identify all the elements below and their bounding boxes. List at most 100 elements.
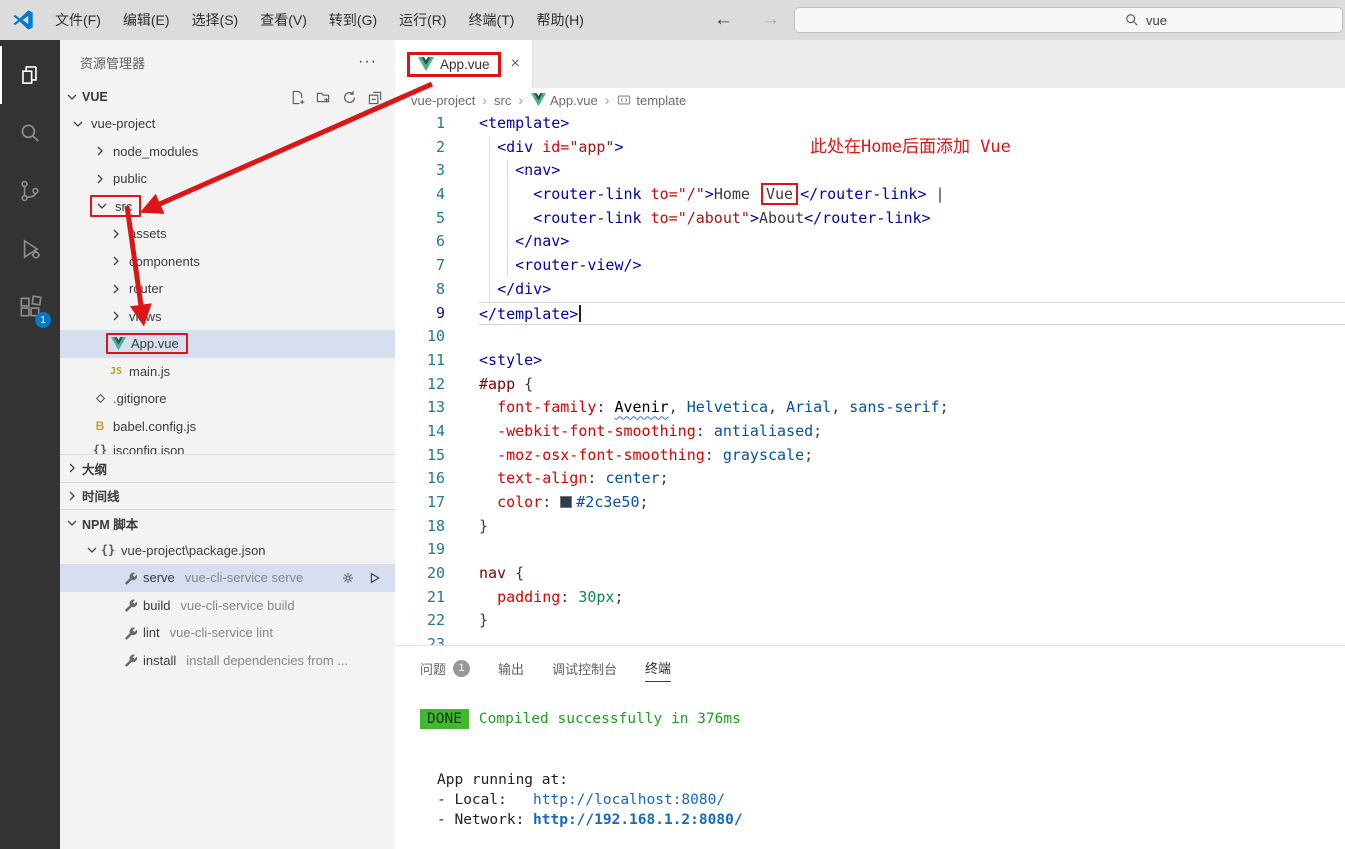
new-folder-icon[interactable] xyxy=(316,90,331,105)
menu-item[interactable]: 运行(R) xyxy=(388,0,457,40)
forward-icon[interactable]: → xyxy=(747,9,794,31)
tree-item-label: node_modules xyxy=(113,144,198,159)
tree-item-main.js[interactable]: JSmain.js xyxy=(60,358,395,386)
tree-item-app.vue[interactable]: App.vue xyxy=(60,330,395,358)
tree-item-components[interactable]: components xyxy=(60,248,395,276)
run-debug-icon[interactable] xyxy=(0,220,60,278)
debug-icon[interactable] xyxy=(340,571,356,585)
sidebar-section-npm-scripts[interactable]: NPM 脚本 xyxy=(60,509,395,537)
tree-item-assets[interactable]: assets xyxy=(60,220,395,248)
menu-item[interactable]: 文件(F) xyxy=(44,0,112,40)
close-icon[interactable]: × xyxy=(511,55,520,73)
code-line[interactable]: 12#app { xyxy=(395,373,1345,397)
collapse-all-icon[interactable] xyxy=(368,90,383,105)
extensions-icon[interactable]: 1 xyxy=(0,278,60,336)
tree-item-nodemodules[interactable]: node_modules xyxy=(60,138,395,166)
breadcrumb-item-src[interactable]: src xyxy=(494,93,511,108)
npm-script-install[interactable]: installinstall dependencies from ... xyxy=(60,647,395,675)
panel-tab-[interactable]: 输出 xyxy=(498,655,524,682)
code-line[interactable]: 3 <nav> xyxy=(395,159,1345,183)
code-line[interactable]: 4 <router-link to="/">Home Vue</router-l… xyxy=(395,183,1345,207)
script-name: serve xyxy=(143,570,175,585)
code-line[interactable]: 19 xyxy=(395,538,1345,562)
terminal-text: - Local: xyxy=(437,792,533,808)
code-line[interactable]: 9</template> xyxy=(395,302,1345,326)
new-file-icon[interactable] xyxy=(290,90,305,105)
menu-item[interactable]: 转到(G) xyxy=(318,0,388,40)
tree-item-src[interactable]: src xyxy=(60,193,395,221)
tree-item-babel.config.js[interactable]: Bbabel.config.js xyxy=(60,413,395,441)
code-line[interactable]: 17 color: #2c3e50; xyxy=(395,491,1345,515)
code-line[interactable]: 11<style> xyxy=(395,349,1345,373)
menu-item[interactable]: 查看(V) xyxy=(249,0,318,40)
explorer-icon[interactable] xyxy=(0,46,60,104)
code-line[interactable]: 7 <router-view/> xyxy=(395,254,1345,278)
panel-tab-[interactable]: 调试控制台 xyxy=(552,655,617,682)
tree-item-views[interactable]: views xyxy=(60,303,395,331)
line-number: 3 xyxy=(395,159,445,183)
source-control-icon[interactable] xyxy=(0,162,60,220)
terminal-output[interactable]: DONECompiled successfully in 376ms App r… xyxy=(395,709,1345,831)
refresh-icon[interactable] xyxy=(342,90,357,105)
npm-package-json-row[interactable]: {}vue-project\package.json xyxy=(60,537,395,565)
sidebar-section-1[interactable]: 时间线 xyxy=(60,482,395,510)
search-sidebar-icon[interactable] xyxy=(0,104,60,162)
workspace-section-header[interactable]: VUE xyxy=(60,84,395,110)
code-line[interactable]: 22} xyxy=(395,609,1345,633)
bottom-panel: 问题1 输出 调试控制台 终端 DONECompiled successfully i… xyxy=(395,645,1345,849)
code-line[interactable]: 5 <router-link to="/about">About</router… xyxy=(395,207,1345,231)
chevron-right-icon xyxy=(108,281,124,297)
code-line[interactable]: 14 -webkit-font-smoothing: antialiased; xyxy=(395,420,1345,444)
menu-item[interactable]: 终端(T) xyxy=(458,0,526,40)
code-line[interactable]: 23 xyxy=(395,633,1345,645)
more-actions-icon[interactable]: ··· xyxy=(358,53,377,71)
run-icon[interactable] xyxy=(366,571,382,585)
panel-tab-[interactable]: 问题1 xyxy=(420,655,470,682)
tree-item-vue-project[interactable]: vue-project xyxy=(60,110,395,138)
menu-item[interactable]: 帮助(H) xyxy=(525,0,594,40)
tree-item-label: App.vue xyxy=(131,336,179,351)
line-content: </template> xyxy=(479,302,1345,326)
sidebar-section-0[interactable]: 大纲 xyxy=(60,454,395,482)
code-line[interactable]: 6 </nav> xyxy=(395,230,1345,254)
problems-badge: 1 xyxy=(453,660,470,677)
section-label: 时间线 xyxy=(82,486,120,505)
back-icon[interactable]: ← xyxy=(700,9,747,31)
npm-script-serve[interactable]: serve vue-cli-service serve xyxy=(60,564,395,592)
braces-icon: {} xyxy=(100,543,116,557)
tree-item-router[interactable]: router xyxy=(60,275,395,303)
terminal-link[interactable]: http://192.168.1.2:8080/ xyxy=(533,812,743,828)
code-line[interactable]: 18} xyxy=(395,515,1345,539)
breadcrumb-label: src xyxy=(494,93,511,108)
panel-tab-terminal-active[interactable]: 终端 xyxy=(645,654,671,682)
code-line[interactable]: 20nav { xyxy=(395,562,1345,586)
menu-item[interactable]: 编辑(E) xyxy=(112,0,181,40)
command-center-search[interactable]: vue xyxy=(794,7,1343,33)
npm-script-build[interactable]: buildvue-cli-service build xyxy=(60,592,395,620)
line-number: 1 xyxy=(395,112,445,136)
terminal-line xyxy=(420,750,1345,770)
tab-app-vue[interactable]: App.vue × xyxy=(395,40,533,88)
code-line[interactable]: 10 xyxy=(395,325,1345,349)
npm-script-lint[interactable]: lintvue-cli-service lint xyxy=(60,619,395,647)
code-line[interactable]: 8 </div> xyxy=(395,278,1345,302)
code-editor[interactable]: 1<template>2 <div id="app">3 <nav>4 <rou… xyxy=(395,112,1345,645)
breadcrumb-item-app.vue[interactable]: App.vue xyxy=(530,93,598,108)
annotation-redbox: App.vue xyxy=(106,333,188,354)
tree-item-label: public xyxy=(113,171,147,186)
chevron-right-icon: › xyxy=(516,92,525,108)
terminal-line: App running at: xyxy=(437,770,1345,790)
script-description: vue-cli-service serve xyxy=(185,570,303,585)
tree-item-public[interactable]: public xyxy=(60,165,395,193)
code-line[interactable]: 15 -moz-osx-font-smoothing: grayscale; xyxy=(395,444,1345,468)
breadcrumb-item-template[interactable]: template xyxy=(616,93,686,108)
code-line[interactable]: 13 font-family: Avenir, Helvetica, Arial… xyxy=(395,396,1345,420)
code-line[interactable]: 16 text-align: center; xyxy=(395,467,1345,491)
terminal-link[interactable]: http://localhost:8080/ xyxy=(533,792,725,808)
tree-item-label: views xyxy=(129,309,162,324)
breadcrumb-item-vue-project[interactable]: vue-project xyxy=(411,93,475,108)
tree-item-.gitignore[interactable]: .gitignore xyxy=(60,385,395,413)
menu-item[interactable]: 选择(S) xyxy=(181,0,250,40)
code-line[interactable]: 21 padding: 30px; xyxy=(395,586,1345,610)
tree-item-jsconfig.json[interactable]: {}jsconfig.json xyxy=(60,440,395,454)
